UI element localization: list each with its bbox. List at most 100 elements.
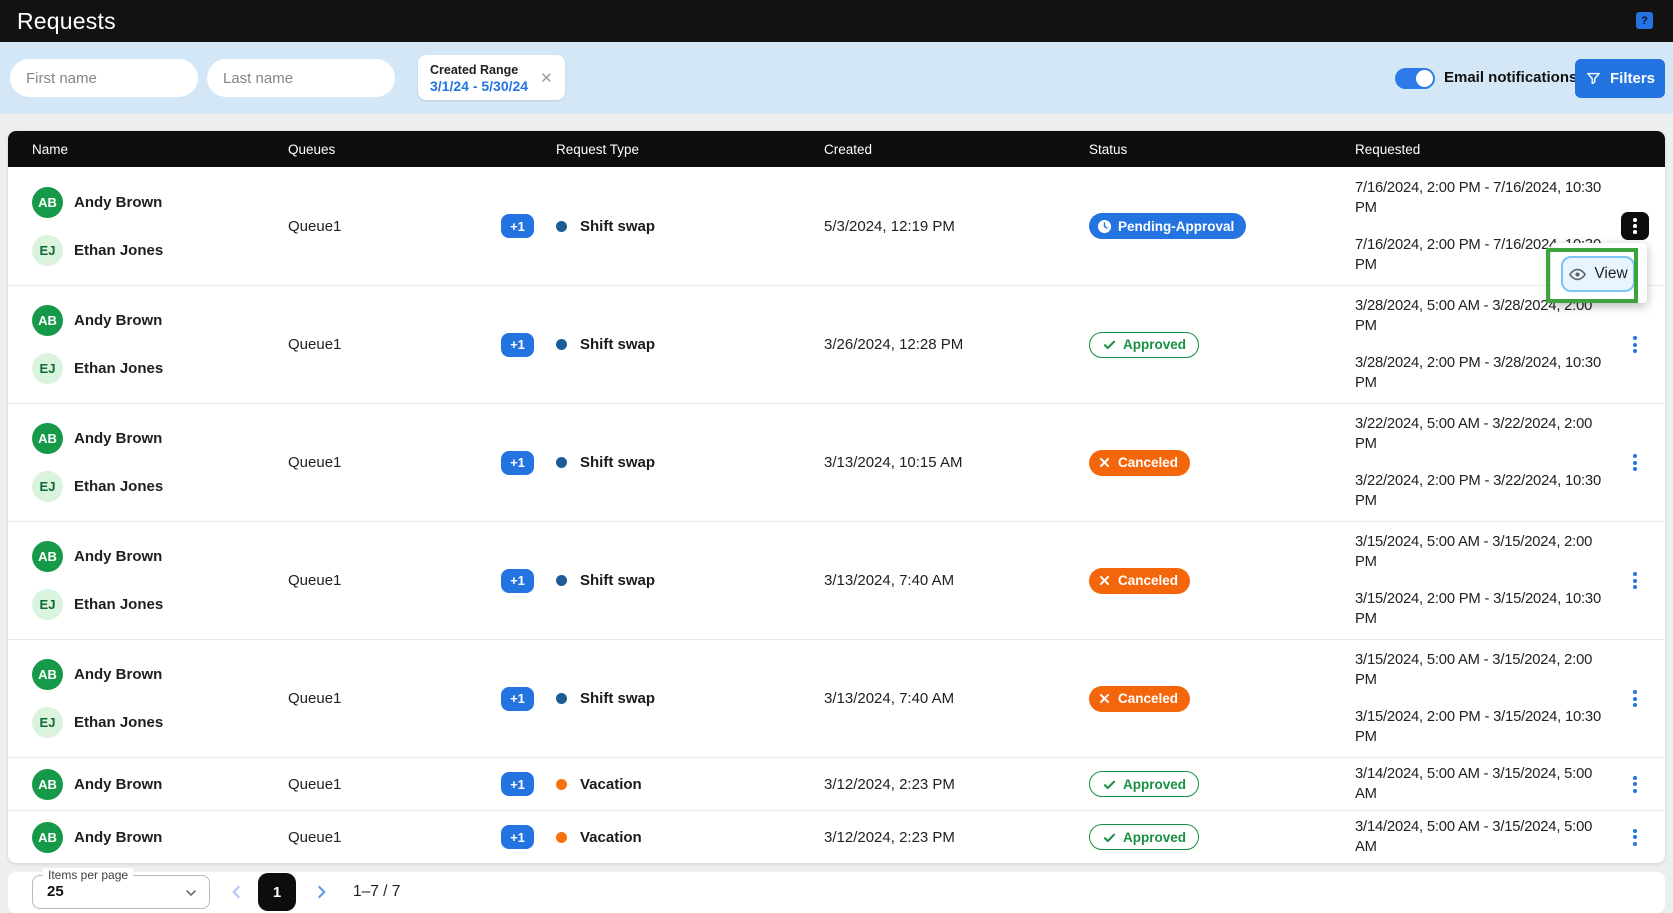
person-name: Andy Brown: [74, 829, 162, 846]
last-name-input[interactable]: [207, 59, 395, 97]
chevron-left-icon: [227, 882, 247, 902]
kebab-icon: [1633, 336, 1637, 340]
kebab-icon: [1633, 690, 1637, 694]
check-icon: [1102, 777, 1117, 792]
requested-cell: 3/14/2024, 5:00 AM - 3/15/2024, 5:00 AM: [1355, 758, 1605, 810]
kebab-icon: [1633, 572, 1637, 576]
name-cell: ABAndy Brown EJ Ethan Jones: [32, 640, 288, 757]
funnel-icon: [1585, 70, 1602, 87]
queue-label: Queue1: [288, 336, 341, 353]
avatar: AB: [32, 541, 63, 572]
chevron-down-icon: [183, 885, 199, 901]
person: ABAndy Brown: [32, 423, 162, 454]
column-header-status: Status: [1089, 131, 1355, 167]
person-name: Ethan Jones: [74, 360, 163, 377]
row-menu-button[interactable]: [1621, 770, 1649, 798]
status-label: Approved: [1123, 830, 1186, 845]
name-cell: ABAndy Brown: [32, 811, 288, 863]
next-page-button[interactable]: [311, 882, 331, 902]
requested-range: 3/15/2024, 5:00 AM - 3/15/2024, 2:00 PM: [1355, 650, 1605, 690]
avatar: AB: [32, 305, 63, 336]
column-header-queues: Queues: [288, 131, 556, 167]
table-row: ABAndy BrownEJEthan Jones Queue1 +1 Shif…: [8, 167, 1665, 285]
request-type-dot: [556, 457, 567, 468]
request-type-cell: Shift swap: [556, 167, 824, 285]
requested-range: 7/16/2024, 2:00 PM - 7/16/2024, 10:30 PM: [1355, 178, 1605, 218]
requested-range: 3/15/2024, 2:00 PM - 3/15/2024, 10:30 PM: [1355, 707, 1605, 747]
help-icon[interactable]: ?: [1636, 12, 1653, 29]
row-menu-button[interactable]: [1621, 567, 1649, 595]
first-name-input[interactable]: [10, 59, 198, 97]
avatar: AB: [32, 769, 63, 800]
chip-close-icon[interactable]: ✕: [538, 69, 555, 87]
queues-cell: Queue1 +1: [288, 167, 556, 285]
created-cell: 5/3/2024, 12:19 PM: [824, 167, 1089, 285]
view-menu-item[interactable]: View: [1561, 256, 1635, 292]
request-type-dot: [556, 221, 567, 232]
check-icon: [1102, 830, 1117, 845]
queues-cell: Queue1 +1: [288, 640, 556, 757]
created-cell: 3/13/2024, 7:40 AM: [824, 522, 1089, 639]
person: ABAndy Brown: [32, 659, 162, 690]
queue-overflow-badge[interactable]: +1: [501, 772, 534, 796]
status-cell: Canceled: [1089, 640, 1355, 757]
row-menu-button[interactable]: [1621, 449, 1649, 477]
previous-page-button[interactable]: [227, 882, 247, 902]
person-name: Andy Brown: [74, 430, 162, 447]
queue-overflow-badge[interactable]: +1: [501, 333, 534, 357]
row-menu-button[interactable]: [1621, 685, 1649, 713]
person: EJ Ethan Jones: [32, 707, 163, 738]
person: ABAndy Brown: [32, 541, 162, 572]
person: ABAndy Brown: [32, 822, 162, 853]
view-menu-item-label: View: [1594, 265, 1627, 283]
status-badge: Canceled: [1089, 568, 1190, 594]
filters-button[interactable]: Filters: [1575, 59, 1665, 98]
row-action-menu: View: [1551, 243, 1647, 303]
chip-label: Created Range: [430, 62, 528, 78]
person: ABAndy Brown: [32, 769, 162, 800]
email-notifications-toggle[interactable]: [1395, 68, 1435, 89]
table-row: ABAndy BrownEJEthan Jones Queue1 +1 Shif…: [8, 403, 1665, 521]
person: AB Andy Brown: [32, 305, 162, 336]
items-per-page-select[interactable]: Items per page 25: [32, 875, 210, 909]
requested-range: 3/14/2024, 5:00 AM - 3/15/2024, 5:00 AM: [1355, 764, 1605, 804]
person-name: Andy Brown: [74, 312, 162, 329]
queue-overflow-badge[interactable]: +1: [501, 214, 534, 238]
name-cell: ABAndy BrownEJEthan Jones: [32, 404, 288, 521]
row-menu-button[interactable]: [1621, 823, 1649, 851]
avatar: EJ: [32, 589, 63, 620]
created-cell: 3/26/2024, 12:28 PM: [824, 286, 1089, 403]
pagination-bar: Items per page 25 1 1–7 / 7: [8, 872, 1665, 913]
avatar: EJ: [32, 471, 63, 502]
row-menu-button[interactable]: [1621, 212, 1649, 240]
table-body: ABAndy BrownEJEthan Jones Queue1 +1 Shif…: [8, 167, 1665, 863]
row-menu-button[interactable]: [1621, 331, 1649, 359]
avatar: AB: [32, 659, 63, 690]
request-type-label: Shift swap: [580, 690, 655, 707]
person-name: Ethan Jones: [74, 714, 163, 731]
request-type-label: Shift swap: [580, 336, 655, 353]
status-cell: Approved: [1089, 286, 1355, 403]
queue-overflow-badge[interactable]: +1: [501, 569, 534, 593]
status-badge: Canceled: [1089, 450, 1190, 476]
kebab-icon: [1633, 776, 1637, 780]
queue-overflow-badge[interactable]: +1: [501, 451, 534, 475]
request-type-label: Vacation: [580, 829, 642, 846]
kebab-icon: [1633, 829, 1637, 833]
created-range-chip[interactable]: Created Range 3/1/24 - 5/30/24 ✕: [418, 55, 565, 100]
requested-range: 3/22/2024, 5:00 AM - 3/22/2024, 2:00 PM: [1355, 414, 1605, 454]
name-cell: ABAndy Brown: [32, 758, 288, 810]
queue-overflow-badge[interactable]: +1: [501, 687, 534, 711]
avatar: EJ: [32, 707, 63, 738]
queue-label: Queue1: [288, 776, 341, 793]
request-type-dot: [556, 575, 567, 586]
queues-cell: Queue1 +1: [288, 404, 556, 521]
queue-overflow-badge[interactable]: +1: [501, 825, 534, 849]
request-type-cell: Shift swap: [556, 286, 824, 403]
table-row: ABAndy Brown EJ Ethan Jones Queue1 +1 Shif…: [8, 639, 1665, 757]
name-cell: ABAndy BrownEJEthan Jones: [32, 522, 288, 639]
request-type-label: Vacation: [580, 776, 642, 793]
chevron-right-icon: [311, 882, 331, 902]
status-label: Canceled: [1118, 455, 1178, 470]
page-1-button[interactable]: 1: [258, 873, 296, 911]
